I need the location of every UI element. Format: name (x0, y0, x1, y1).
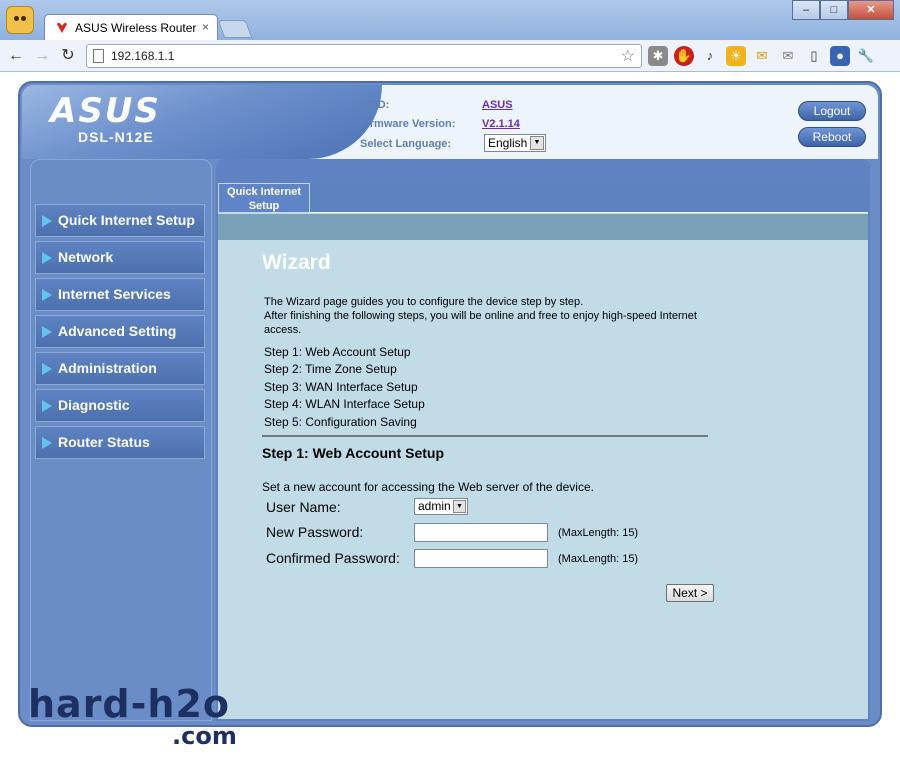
mail-notifier-extension-icon[interactable]: ✉ (752, 46, 772, 66)
step-item: Step 3: WAN Interface Setup (264, 380, 418, 394)
menu-arrow-icon (42, 289, 52, 301)
content-panel: Quick Internet Setup Wizard The Wizard p… (216, 159, 870, 721)
huawei-favicon-icon (57, 22, 67, 33)
gmail-extension-icon[interactable]: ✉ (778, 46, 798, 66)
weather-extension-icon[interactable]: ☀ (726, 46, 746, 66)
watermark-logo: hard-h2o (28, 682, 231, 726)
router-page: ASUS DSL-N12E SSID: ASUS Firmware Versio… (0, 73, 900, 774)
sidebar-menu: Quick Internet Setup Network Internet Se… (30, 159, 212, 721)
extension-icons: ✱ ✋ ♪ ☀ ✉ ✉ ▯ ● 🔧 (648, 46, 876, 66)
window-controls: – □ ✕ (792, 0, 894, 20)
menu-arrow-icon (42, 215, 52, 227)
maximize-button[interactable]: □ (820, 0, 848, 20)
browser-titlebar: ASUS Wireless Router × – □ ✕ (0, 0, 900, 40)
menu-item-quick-internet-setup[interactable]: Quick Internet Setup (35, 204, 205, 237)
page-icon (93, 49, 104, 63)
language-label: Select Language: (360, 138, 452, 150)
router-header: ASUS DSL-N12E SSID: ASUS Firmware Versio… (22, 85, 878, 159)
confirmed-password-label: Confirmed Password: (266, 550, 400, 566)
close-window-button[interactable]: ✕ (848, 0, 894, 20)
intro-line-1: The Wizard page guides you to configure … (264, 296, 584, 308)
menu-item-label: Diagnostic (58, 397, 130, 413)
step-item: Step 5: Configuration Saving (264, 415, 417, 429)
logout-button[interactable]: Logout (798, 101, 866, 121)
ssid-label: SSID: (360, 99, 390, 111)
wrench-menu-icon[interactable]: 🔧 (856, 46, 876, 66)
browser-app-icon[interactable] (6, 6, 34, 34)
menu-item-advanced-setting[interactable]: Advanced Setting (35, 315, 205, 348)
tab-quick-internet-setup[interactable]: Quick Internet Setup (218, 183, 310, 213)
reboot-button[interactable]: Reboot (798, 127, 866, 147)
account-extension-icon[interactable]: ● (830, 46, 850, 66)
router-frame: ASUS DSL-N12E SSID: ASUS Firmware Versio… (18, 81, 882, 727)
step-item: Step 2: Time Zone Setup (264, 362, 397, 376)
wizard-intro: The Wizard page guides you to configure … (264, 295, 724, 337)
confirmed-password-field[interactable] (414, 549, 548, 568)
menu-item-label: Router Status (58, 434, 150, 450)
menu-item-label: Administration (58, 360, 157, 376)
firmware-label: Firmware Version: (360, 118, 456, 130)
user-name-select[interactable]: admin ▼ (414, 498, 468, 515)
confirmed-password-hint: (MaxLength: 15) (558, 553, 639, 565)
page-title: Wizard (262, 251, 331, 274)
chevron-down-icon: ▼ (530, 136, 544, 150)
bug-extension-icon[interactable]: ✱ (648, 46, 668, 66)
new-password-label: New Password: (266, 524, 364, 540)
address-bar[interactable]: 192.168.1.1 ☆ (86, 44, 642, 68)
send-to-phone-extension-icon[interactable]: ▯ (804, 46, 824, 66)
section-divider (262, 435, 708, 437)
language-select[interactable]: English ▼ (484, 134, 546, 152)
new-password-field[interactable] (414, 523, 548, 542)
browser-toolbar: ← → ↻ 192.168.1.1 ☆ ✱ ✋ ♪ ☀ ✉ ✉ ▯ ● 🔧 (0, 40, 900, 72)
bookmark-star-icon[interactable]: ☆ (621, 46, 635, 66)
menu-item-network[interactable]: Network (35, 241, 205, 274)
menu-arrow-icon (42, 326, 52, 338)
step-item: Step 1: Web Account Setup (264, 345, 411, 359)
chevron-down-icon: ▼ (453, 500, 466, 513)
new-tab-button[interactable] (217, 20, 253, 38)
menu-item-label: Network (58, 249, 114, 265)
browser-tab[interactable]: ASUS Wireless Router × (44, 14, 218, 40)
watermark-domain: .com (172, 722, 237, 750)
new-password-hint: (MaxLength: 15) (558, 527, 639, 539)
next-button[interactable]: Next > (666, 584, 714, 602)
music-extension-icon[interactable]: ♪ (700, 46, 720, 66)
content-subheader-band (218, 214, 868, 240)
section-title: Step 1: Web Account Setup (262, 445, 445, 461)
menu-item-diagnostic[interactable]: Diagnostic (35, 389, 205, 422)
menu-item-label: Internet Services (58, 286, 171, 302)
ssid-link[interactable]: ASUS (482, 99, 513, 111)
tab-close-icon[interactable]: × (202, 20, 209, 34)
menu-item-router-status[interactable]: Router Status (35, 426, 205, 459)
user-name-label: User Name: (266, 499, 341, 515)
menu-arrow-icon (42, 400, 52, 412)
menu-item-administration[interactable]: Administration (35, 352, 205, 385)
minimize-button[interactable]: – (792, 0, 820, 20)
tab-title: ASUS Wireless Router (75, 21, 197, 35)
intro-line-2: After finishing the following steps, you… (264, 310, 697, 336)
asus-logo: ASUS (50, 91, 161, 131)
model-name: DSL-N12E (78, 129, 154, 145)
step-item: Step 4: WLAN Interface Setup (264, 397, 425, 411)
user-name-value: admin (418, 499, 451, 513)
menu-item-internet-services[interactable]: Internet Services (35, 278, 205, 311)
reload-icon[interactable]: ↻ (58, 46, 78, 66)
menu-arrow-icon (42, 363, 52, 375)
logo-area: ASUS DSL-N12E (22, 85, 382, 159)
section-description: Set a new account for accessing the Web … (262, 480, 594, 494)
url-text[interactable]: 192.168.1.1 (111, 49, 174, 63)
menu-item-label: Advanced Setting (58, 323, 177, 339)
content-top-band (218, 161, 868, 183)
back-arrow-icon[interactable]: ← (6, 46, 26, 66)
adblock-extension-icon[interactable]: ✋ (674, 46, 694, 66)
menu-item-label: Quick Internet Setup (58, 212, 195, 228)
menu-arrow-icon (42, 437, 52, 449)
forward-arrow-icon[interactable]: → (32, 46, 52, 66)
language-value: English (488, 136, 528, 150)
firmware-link[interactable]: V2.1.14 (482, 118, 520, 130)
subtab-strip: Quick Internet Setup (218, 183, 868, 213)
menu-arrow-icon (42, 252, 52, 264)
